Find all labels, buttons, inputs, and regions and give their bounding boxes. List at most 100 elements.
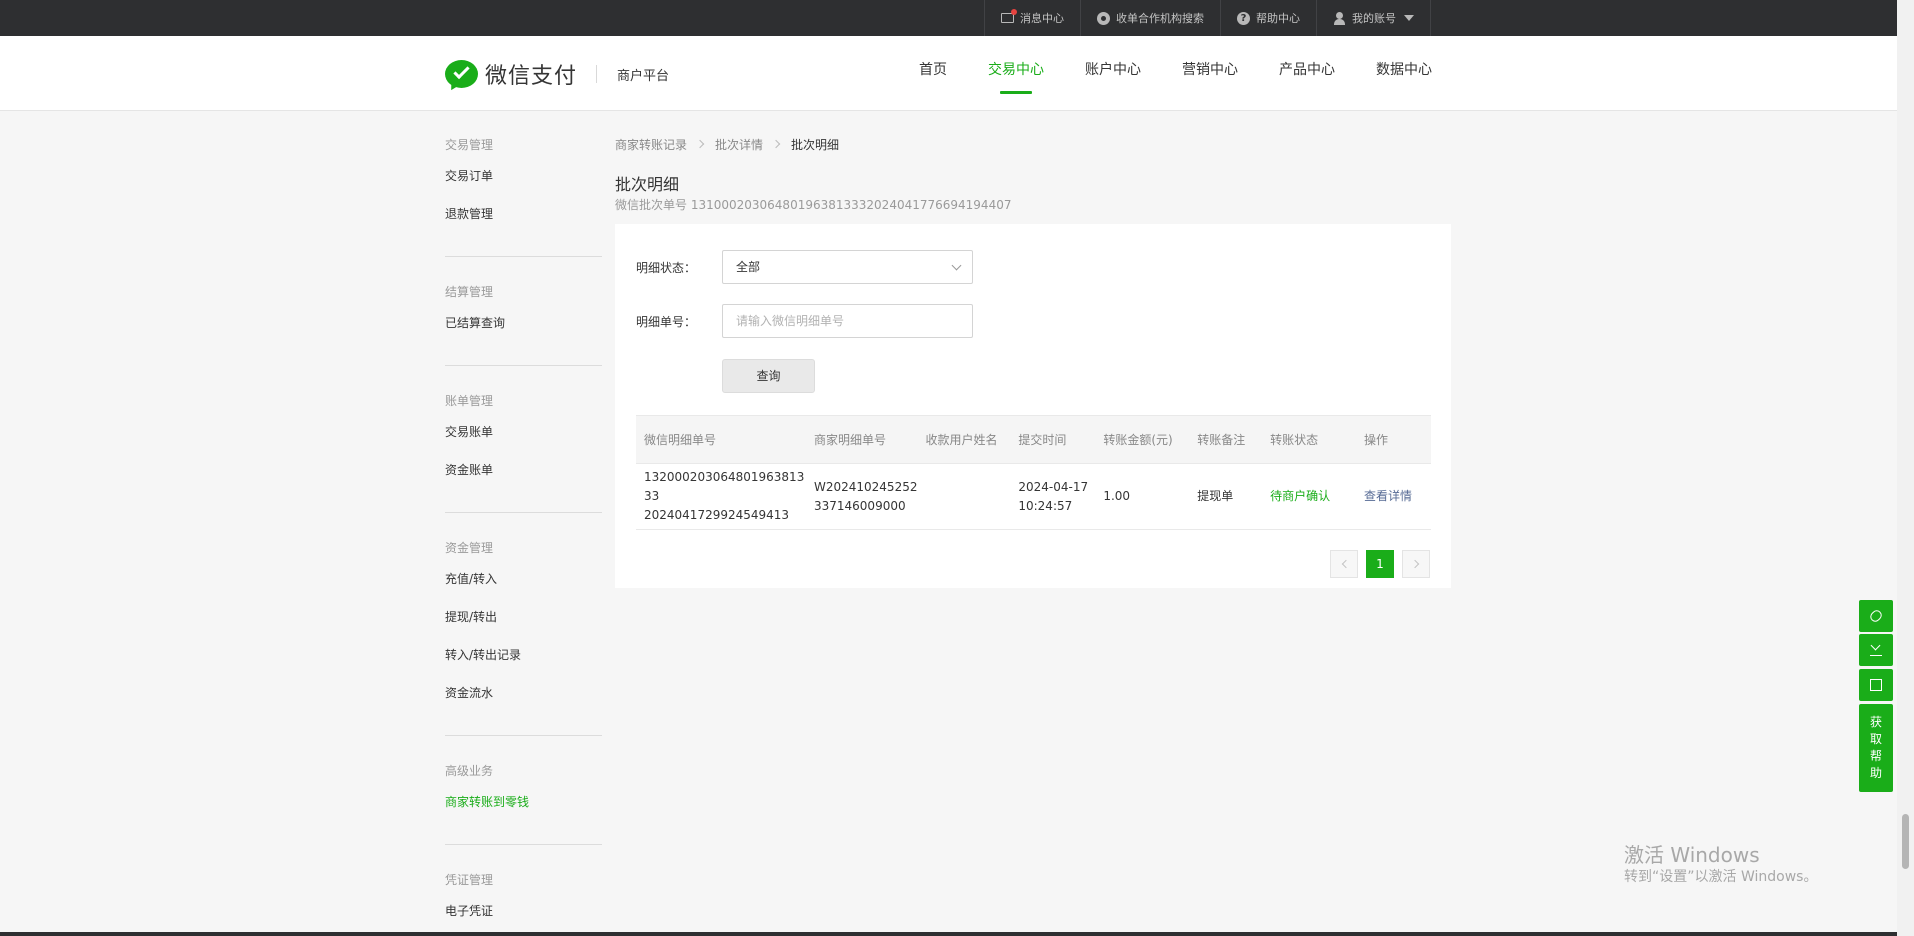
get-help-button[interactable]: 获 取 帮 助	[1859, 704, 1893, 792]
cell-mch-detail-no: W202410245252 337146009000	[805, 463, 918, 530]
header: 微信支付 商户平台 首页 交易中心 账户中心 营销中心 产品中心 数据中心	[0, 36, 1897, 111]
copy-link-button[interactable]	[1859, 600, 1893, 632]
pagination: 1	[1322, 550, 1430, 578]
user-icon	[1333, 11, 1346, 25]
col-wx-detail-no: 微信明细单号	[636, 415, 806, 464]
main-content: 商家转账记录 批次详情 批次明细 批次明细 微信批次单号 13100020306…	[615, 111, 1451, 588]
logo[interactable]: 微信支付 商户平台	[445, 58, 670, 93]
activate-windows-title: 激活 Windows	[1624, 843, 1760, 867]
message-center-label: 消息中心	[1020, 12, 1064, 25]
nav-home[interactable]: 首页	[919, 36, 947, 111]
cell-submit-time: 2024-04-17 10:24:57	[1010, 463, 1096, 530]
sidebar-item-withdraw[interactable]: 提现/转出	[445, 606, 602, 644]
bottom-edge	[0, 932, 1897, 936]
col-amount: 转账金额(元)	[1095, 415, 1190, 464]
top-bar: 消息中心 收单合作机构搜索 ? 帮助中心 我的账号	[0, 0, 1897, 36]
view-detail-link[interactable]: 查看详情	[1356, 463, 1431, 530]
logo-divider	[596, 65, 598, 83]
col-remark: 转账备注	[1189, 415, 1263, 464]
cell-wx-detail-no: 132000203064801963813​33 202404172992454…	[636, 463, 806, 530]
logo-subtitle: 商户平台	[617, 68, 670, 84]
sidebar-item-fund-flow[interactable]: 资金流水	[445, 682, 602, 720]
help-icon: ?	[1237, 11, 1250, 25]
edit-icon	[1870, 679, 1882, 691]
cell-amount: 1.00	[1095, 463, 1190, 530]
chevron-down-icon	[951, 260, 962, 271]
col-status: 转账状态	[1262, 415, 1357, 464]
sidebar-group-title: 结算管理	[445, 285, 494, 299]
main-nav: 首页 交易中心 账户中心 营销中心 产品中心 数据中心	[878, 36, 1432, 111]
chevron-right-icon	[1410, 559, 1420, 569]
get-help-char: 助	[1869, 766, 1882, 780]
mail-icon	[1001, 9, 1017, 23]
col-action: 操作	[1356, 415, 1431, 464]
help-center-label: 帮助中心	[1256, 12, 1300, 25]
breadcrumb-batch-detail[interactable]: 批次详情	[715, 136, 763, 153]
scrollbar-thumb[interactable]	[1902, 814, 1909, 869]
sidebar-group-title: 凭证管理	[445, 873, 494, 887]
my-account-menu[interactable]: 我的账号	[1316, 0, 1431, 36]
get-help-char: 取	[1869, 732, 1882, 746]
download-icon	[1870, 642, 1882, 656]
get-help-char: 获	[1869, 715, 1882, 729]
nav-data-center[interactable]: 数据中心	[1376, 36, 1432, 111]
sidebar-item-transfer-to-balance[interactable]: 商家转账到零钱	[445, 791, 602, 829]
cell-remark: 提现单	[1189, 463, 1263, 530]
detail-table: 微信明细单号 商家明细单号 收款用户姓名 提交时间 转账金额(元) 转账备注 转…	[636, 415, 1431, 530]
sidebar-item-trade-bill[interactable]: 交易账单	[445, 421, 602, 459]
sidebar-item-e-voucher[interactable]: 电子凭证	[445, 900, 602, 936]
wx-detail-no-line1: 132000203064801963813​33	[644, 470, 805, 503]
prev-page-button[interactable]	[1330, 550, 1358, 578]
page-1-button[interactable]: 1	[1366, 550, 1394, 578]
nav-marketing-center[interactable]: 营销中心	[1182, 36, 1238, 111]
query-card: 明细状态： 全部 明细单号： 查询 微信明细单号 商家明细单号 收款用户姓名 提…	[615, 224, 1451, 588]
sidebar-item-trade-orders[interactable]: 交易订单	[445, 165, 602, 203]
org-search-link[interactable]: 收单合作机构搜索	[1080, 0, 1220, 36]
sidebar-group-title: 交易管理	[445, 138, 494, 152]
feedback-button[interactable]	[1859, 669, 1893, 701]
sidebar-item-recharge[interactable]: 充值/转入	[445, 568, 602, 606]
wechat-pay-logo-icon	[445, 60, 478, 93]
chevron-right-icon	[771, 139, 781, 149]
link-icon	[1868, 608, 1884, 624]
page-scrollbar[interactable]	[1897, 0, 1914, 936]
status-filter-row: 明细状态： 全部	[636, 250, 973, 284]
chevron-right-icon	[695, 139, 705, 149]
get-help-char: 帮	[1869, 749, 1882, 763]
message-center-link[interactable]: 消息中心	[984, 0, 1080, 36]
col-mch-detail-no: 商家明细单号	[805, 415, 918, 464]
sidebar-item-fund-bill[interactable]: 资金账单	[445, 459, 602, 497]
sidebar-item-transfer-records[interactable]: 转入/转出记录	[445, 644, 602, 682]
breadcrumb-transfer-records[interactable]: 商家转账记录	[615, 136, 687, 153]
sidebar-group-title: 账单管理	[445, 394, 494, 408]
help-center-link[interactable]: ? 帮助中心	[1220, 0, 1316, 36]
sidebar-group-advanced: 高级业务 商家转账到零钱	[445, 736, 602, 845]
nav-trade-center[interactable]: 交易中心	[988, 36, 1044, 111]
top-links: 消息中心 收单合作机构搜索 ? 帮助中心 我的账号	[984, 0, 1431, 36]
cell-status: 待商户确认	[1262, 463, 1357, 530]
submit-date: 2024-04-17	[1018, 479, 1089, 494]
next-page-button[interactable]	[1402, 550, 1430, 578]
search-org-icon	[1097, 11, 1110, 25]
query-button[interactable]: 查询	[722, 359, 815, 393]
col-user-name: 收款用户姓名	[917, 415, 1011, 464]
breadcrumb-current: 批次明细	[791, 137, 840, 152]
table-header-row: 微信明细单号 商家明细单号 收款用户姓名 提交时间 转账金额(元) 转账备注 转…	[636, 415, 1431, 464]
wx-detail-no-line2: 2024041729924549413	[644, 508, 790, 522]
batch-number: 微信批次单号 131000203064801963813332024041776…	[615, 198, 1012, 212]
detail-no-label: 明细单号：	[636, 314, 697, 329]
status-label: 明细状态：	[636, 260, 697, 275]
download-button[interactable]	[1859, 634, 1893, 666]
breadcrumb: 商家转账记录 批次详情 批次明细	[615, 136, 1451, 152]
nav-account-center[interactable]: 账户中心	[1085, 36, 1141, 111]
chevron-left-icon	[1341, 559, 1351, 569]
sidebar-item-refunds[interactable]: 退款管理	[445, 203, 602, 241]
status-select[interactable]: 全部	[722, 250, 973, 284]
col-submit-time: 提交时间	[1010, 415, 1096, 464]
sidebar-group-title: 资金管理	[445, 541, 494, 555]
nav-product-center[interactable]: 产品中心	[1279, 36, 1335, 111]
sidebar-item-settled-query[interactable]: 已结算查询	[445, 312, 602, 350]
sidebar-group-title: 高级业务	[445, 764, 494, 778]
logo-text: 微信支付	[485, 64, 578, 89]
detail-no-input[interactable]	[722, 304, 973, 338]
